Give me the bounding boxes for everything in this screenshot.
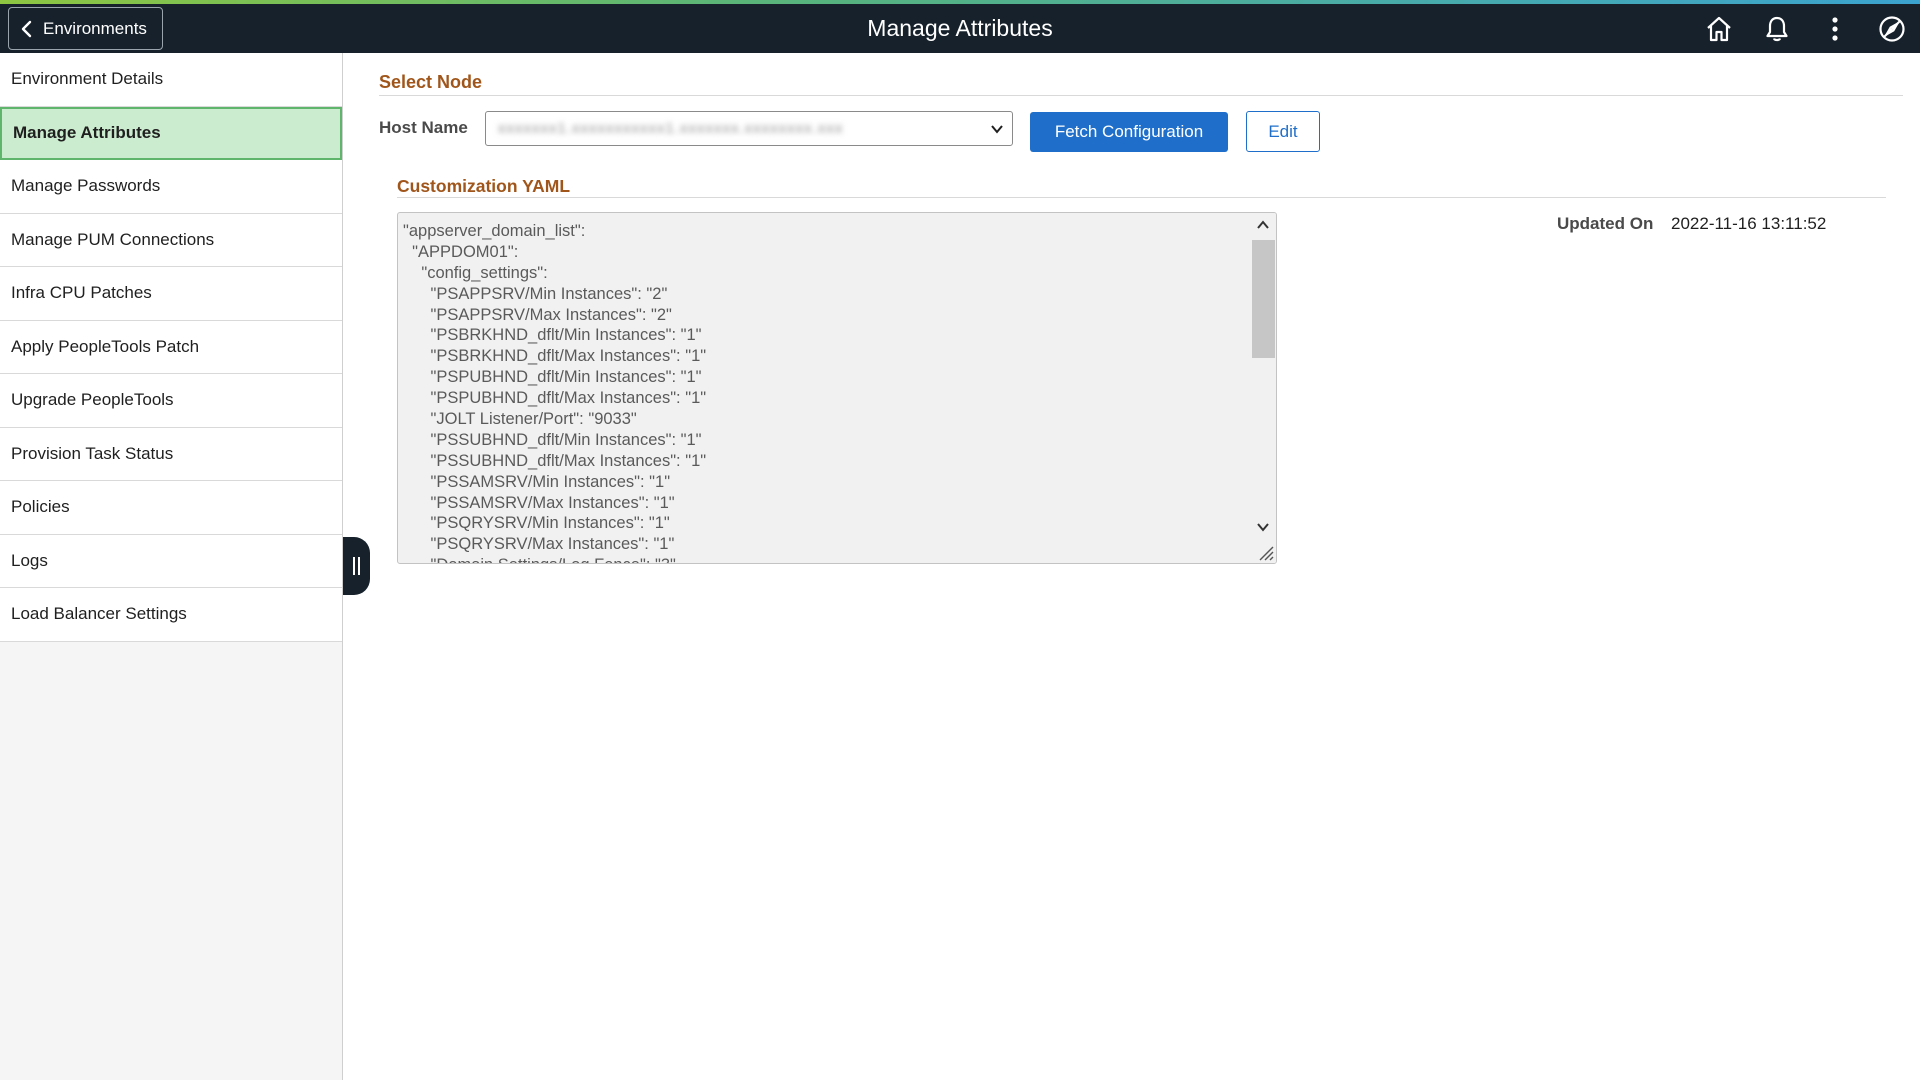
scroll-down-icon[interactable] <box>1255 519 1271 535</box>
vertical-scrollbar[interactable] <box>1250 213 1276 563</box>
scroll-up-icon[interactable] <box>1255 217 1271 233</box>
host-name-value: xxxxxxx1.xxxxxxxxxxx1.xxxxxxx.xxxxxxxx.x… <box>498 120 844 137</box>
chevron-down-icon <box>991 125 1003 134</box>
handle-grip-bar <box>358 557 360 575</box>
yaml-line: "PSPUBHND_dflt/Max Instances": "1" <box>403 389 707 408</box>
nav-item-load-balancer-settings[interactable]: Load Balancer Settings <box>0 588 342 642</box>
yaml-textarea[interactable]: "appserver_domain_list": "APPDOM01": "co… <box>397 212 1277 564</box>
updated-on-label: Updated On <box>1557 214 1654 233</box>
yaml-line: "config_settings": <box>403 263 548 282</box>
yaml-line: "PSQRYSRV/Min Instances": "1" <box>403 514 670 533</box>
nav-item-manage-attributes[interactable]: Manage Attributes <box>0 106 342 160</box>
select-node-title: Select Node <box>379 72 483 92</box>
page-title: Manage Attributes <box>867 15 1053 41</box>
more-vertical-icon[interactable] <box>1820 14 1850 44</box>
nav-list: Environment Details Manage Attributes Ma… <box>0 53 342 642</box>
yaml-line: "appserver_domain_list": <box>403 222 586 240</box>
yaml-line: "PSSUBHND_dflt/Min Instances": "1" <box>403 430 702 449</box>
handle-grip-bar <box>353 557 355 575</box>
navbar-compass-icon[interactable] <box>1877 14 1907 44</box>
back-to-environments-button[interactable]: Environments <box>8 7 163 50</box>
left-nav-panel: Environment Details Manage Attributes Ma… <box>0 53 343 1080</box>
customization-yaml-divider <box>397 197 1886 198</box>
yaml-line: "PSAPPSRV/Min Instances": "2" <box>403 284 668 303</box>
nav-item-manage-passwords[interactable]: Manage Passwords <box>0 160 342 214</box>
nav-item-upgrade-peopletools[interactable]: Upgrade PeopleTools <box>0 374 342 428</box>
yaml-line: "PSSAMSRV/Min Instances": "1" <box>403 472 671 491</box>
updated-on-value: 2022-11-16 13:11:52 <box>1671 214 1827 233</box>
host-name-label: Host Name <box>379 118 468 137</box>
fetch-configuration-button[interactable]: Fetch Configuration <box>1030 112 1228 152</box>
yaml-line: "JOLT Listener/Port": "9033" <box>403 410 637 429</box>
yaml-line: "PSBRKHND_dflt/Min Instances": "1" <box>403 326 702 345</box>
edit-button[interactable]: Edit <box>1246 111 1320 152</box>
back-button-label: Environments <box>43 18 147 38</box>
yaml-line: "PSPUBHND_dflt/Min Instances": "1" <box>403 368 702 387</box>
bell-icon[interactable] <box>1762 14 1792 44</box>
nav-item-apply-peopletools-patch[interactable]: Apply PeopleTools Patch <box>0 320 342 374</box>
yaml-line: "PSSUBHND_dflt/Max Instances": "1" <box>403 451 707 470</box>
yaml-line: "APPDOM01": <box>403 242 519 261</box>
select-node-divider <box>379 95 1903 96</box>
scroll-thumb[interactable] <box>1252 240 1275 358</box>
banner-accent-strip <box>0 0 1920 4</box>
nav-item-environment-details[interactable]: Environment Details <box>0 53 342 107</box>
yaml-line: "PSQRYSRV/Max Instances": "1" <box>403 535 675 554</box>
yaml-content: "appserver_domain_list": "APPDOM01": "co… <box>403 221 1248 563</box>
resize-grip-icon[interactable] <box>1256 543 1274 561</box>
yaml-line: "Domain Settings/Log Fence": "3" <box>403 555 1248 563</box>
nav-item-manage-pum-connections[interactable]: Manage PUM Connections <box>0 213 342 267</box>
customization-yaml-title: Customization YAML <box>397 176 571 196</box>
yaml-line: "PSSAMSRV/Max Instances": "1" <box>403 493 675 512</box>
nav-item-logs[interactable]: Logs <box>0 534 342 588</box>
chevron-left-icon <box>21 20 32 37</box>
nav-item-policies[interactable]: Policies <box>0 481 342 535</box>
nav-item-infra-cpu-patches[interactable]: Infra CPU Patches <box>0 267 342 321</box>
yaml-line: "PSAPPSRV/Max Instances": "2" <box>403 305 672 324</box>
yaml-line: "PSBRKHND_dflt/Max Instances": "1" <box>403 347 707 366</box>
nav-item-provision-task-status[interactable]: Provision Task Status <box>0 427 342 481</box>
host-name-select[interactable]: xxxxxxx1.xxxxxxxxxxx1.xxxxxxx.xxxxxxxx.x… <box>485 111 1013 146</box>
header-banner: Environments Manage Attributes <box>0 0 1920 53</box>
home-icon[interactable] <box>1704 14 1734 44</box>
collapse-nav-handle[interactable] <box>343 537 370 595</box>
